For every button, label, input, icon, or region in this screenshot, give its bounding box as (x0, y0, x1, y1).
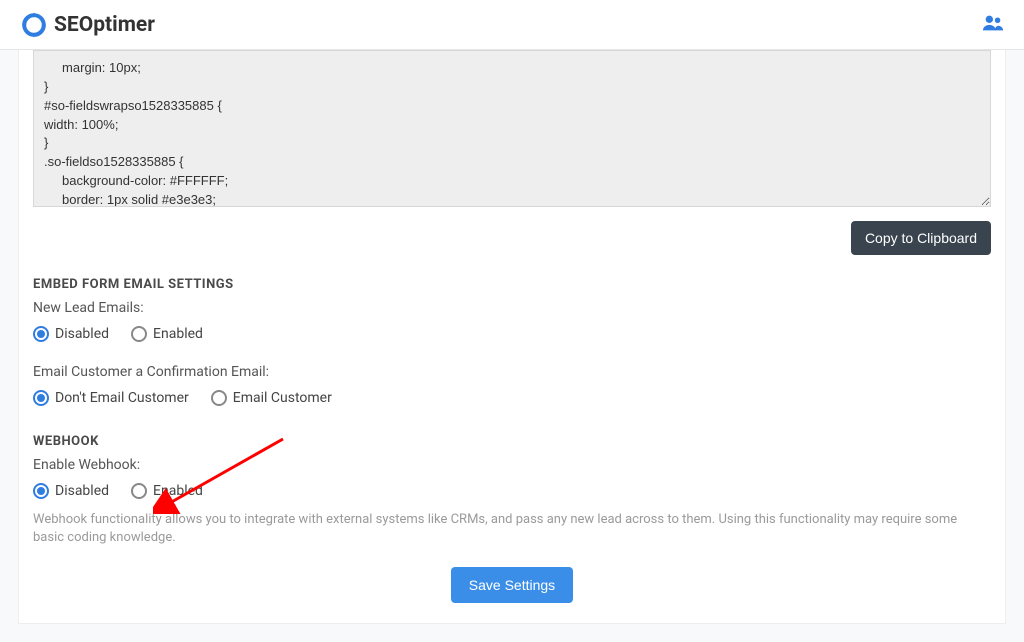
email-customer-radio[interactable]: Email Customer (211, 390, 332, 406)
app-header: SEOptimer (0, 0, 1024, 50)
radio-label: Disabled (55, 326, 109, 342)
logo-text: SEOptimer (54, 13, 155, 37)
dont-email-customer-radio[interactable]: Don't Email Customer (33, 390, 189, 406)
copy-to-clipboard-button[interactable]: Copy to Clipboard (851, 221, 991, 255)
radio-icon (33, 326, 49, 342)
new-lead-disabled-radio[interactable]: Disabled (33, 326, 109, 342)
new-lead-enabled-radio[interactable]: Enabled (131, 326, 203, 342)
copy-button-bar: Copy to Clipboard (33, 221, 991, 255)
webhook-help-text: Webhook functionality allows you to inte… (33, 511, 991, 547)
enable-webhook-label: Enable Webhook: (33, 457, 991, 473)
embed-form-section-title: EMBED FORM EMAIL SETTINGS (33, 277, 991, 292)
new-lead-emails-radio-group: Disabled Enabled (33, 326, 991, 342)
radio-label: Email Customer (233, 390, 332, 406)
logo[interactable]: SEOptimer (20, 11, 155, 39)
radio-icon (131, 483, 147, 499)
radio-label: Don't Email Customer (55, 390, 189, 406)
save-settings-button[interactable]: Save Settings (451, 567, 573, 603)
radio-icon (33, 483, 49, 499)
email-customer-radio-group: Don't Email Customer Email Customer (33, 390, 991, 406)
webhook-section-title: WEBHOOK (33, 434, 991, 449)
radio-icon (131, 326, 147, 342)
webhook-disabled-radio[interactable]: Disabled (33, 483, 109, 499)
webhook-enabled-radio[interactable]: Enabled (131, 483, 203, 499)
radio-label: Enabled (153, 483, 203, 499)
main-content: Copy to Clipboard EMBED FORM EMAIL SETTI… (0, 50, 1024, 624)
radio-label: Disabled (55, 483, 109, 499)
new-lead-emails-label: New Lead Emails: (33, 300, 991, 316)
save-button-bar: Save Settings (33, 567, 991, 603)
css-code-textarea[interactable] (33, 50, 991, 207)
settings-panel: Copy to Clipboard EMBED FORM EMAIL SETTI… (18, 50, 1006, 624)
radio-icon (33, 390, 49, 406)
header-users-icon[interactable] (982, 12, 1004, 38)
enable-webhook-radio-group: Disabled Enabled (33, 483, 991, 499)
email-customer-label: Email Customer a Confirmation Email: (33, 364, 991, 380)
radio-icon (211, 390, 227, 406)
logo-icon (20, 11, 48, 39)
radio-label: Enabled (153, 326, 203, 342)
